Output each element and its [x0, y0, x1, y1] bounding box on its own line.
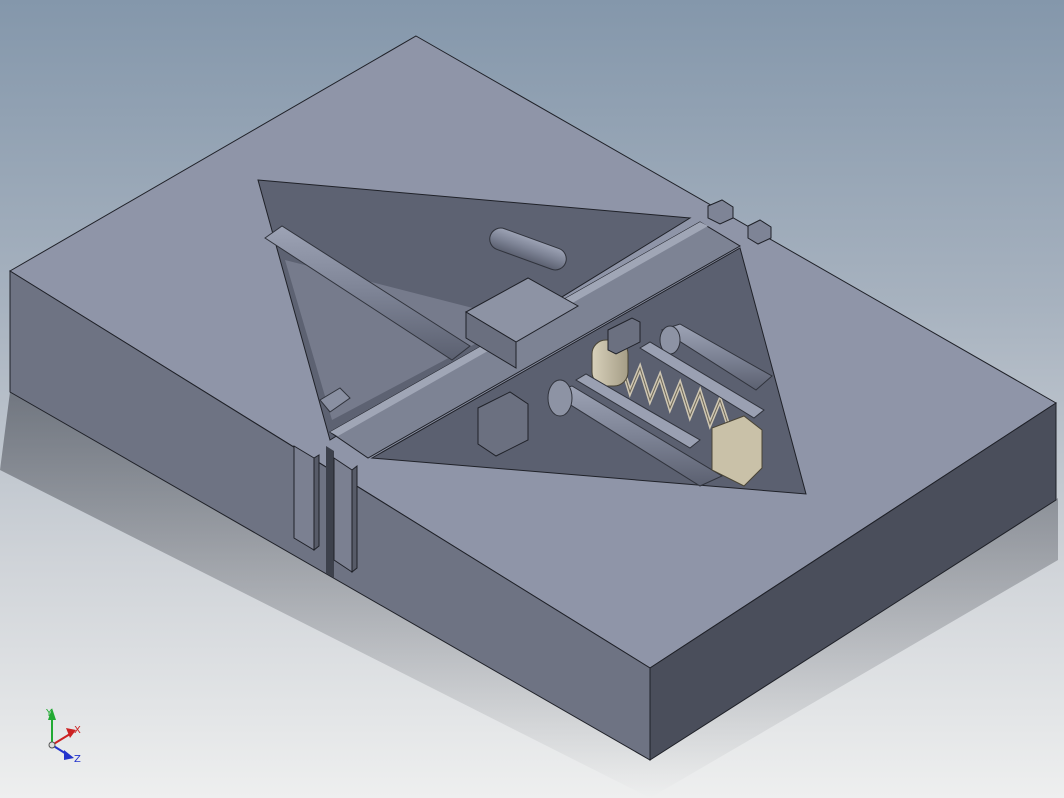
triad-x-label: X: [74, 725, 81, 736]
model-scene[interactable]: Y X Z: [0, 0, 1064, 798]
triad-y-label: Y: [45, 708, 53, 719]
triad-z-label: Z: [74, 754, 81, 765]
left-slot-tab-side: [313, 454, 320, 552]
right-slot-tab-side: [351, 464, 358, 574]
triad-z-arrow: [64, 750, 74, 760]
model-viewport[interactable]: Y X Z: [0, 0, 1064, 798]
left-slot-tab[interactable]: [293, 445, 315, 551]
triad-origin: [48, 741, 56, 749]
orientation-triad[interactable]: Y X Z: [45, 708, 81, 765]
lower-rod-end: [547, 379, 573, 417]
split-groove: [326, 446, 334, 578]
right-slot-tab[interactable]: [333, 457, 353, 573]
